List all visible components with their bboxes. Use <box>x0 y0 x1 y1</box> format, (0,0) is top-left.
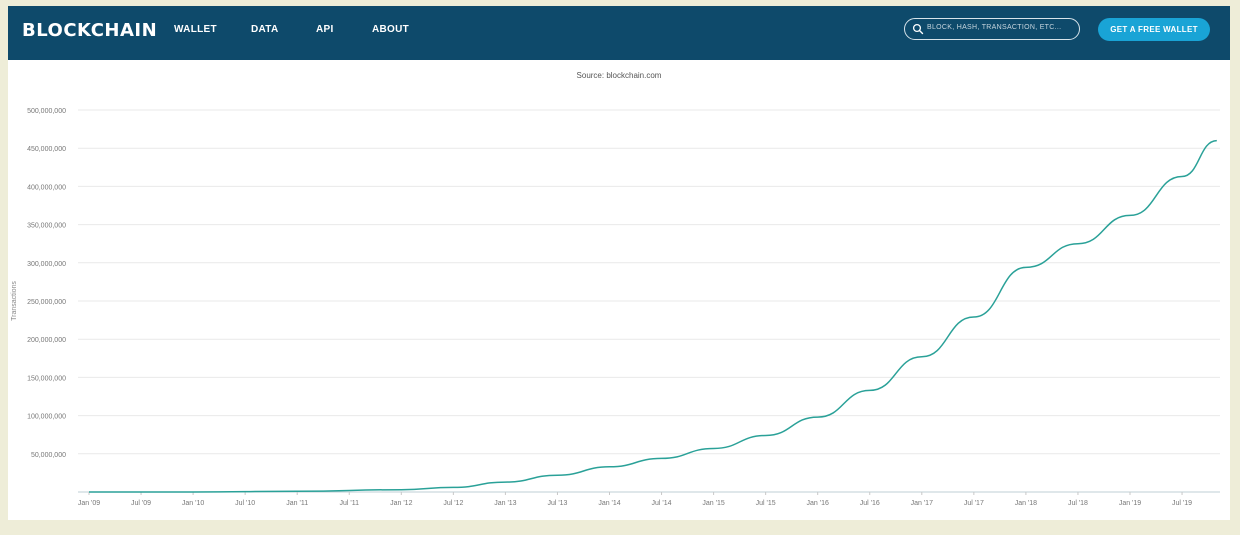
x-tick-label: Jan '14 <box>598 500 620 507</box>
x-tick-label: Jan '09 <box>78 500 100 507</box>
x-tick-label: Jan '12 <box>390 500 412 507</box>
x-tick-label: Jul '15 <box>756 500 776 507</box>
nav-link-api[interactable]: API <box>316 24 334 35</box>
get-free-wallet-button[interactable]: GET A FREE WALLET <box>1098 18 1210 41</box>
x-tick-label: Jan '17 <box>911 500 933 507</box>
transactions-chart: Source: blockchain.com 50,000,000 100,000,… <box>11 71 1220 507</box>
x-tick-label: Jan '19 <box>1119 500 1141 507</box>
search-placeholder: BLOCK, HASH, TRANSACTION, ETC... <box>927 24 1062 31</box>
nav-link-wallet[interactable]: WALLET <box>174 24 217 35</box>
x-tick-label: Jul '09 <box>131 500 151 507</box>
x-tick-label: Jul '19 <box>1172 500 1192 507</box>
top-navbar: BLOCKCHAIN WALLET DATA API ABOUT BLOCK, … <box>8 6 1230 60</box>
x-tick-label: Jul '16 <box>860 500 880 507</box>
y-tick-label: 150,000,000 <box>27 375 66 382</box>
x-tick-label: Jan '18 <box>1015 500 1037 507</box>
nav-link-about[interactable]: ABOUT <box>372 24 409 35</box>
x-tick-label: Jul '13 <box>547 500 567 507</box>
y-tick-label: 450,000,000 <box>27 146 66 153</box>
search-input[interactable]: BLOCK, HASH, TRANSACTION, ETC... <box>904 18 1080 40</box>
x-tick-label: Jan '13 <box>494 500 516 507</box>
x-tick-label: Jul '18 <box>1068 500 1088 507</box>
blockchain-logo[interactable]: BLOCKCHAIN <box>22 20 157 41</box>
y-tick-label: 200,000,000 <box>27 337 66 344</box>
series-line <box>88 139 1217 493</box>
y-tick-label: 300,000,000 <box>27 261 66 268</box>
y-tick-label: 100,000,000 <box>27 414 66 421</box>
x-tick-label: Jan '11 <box>286 500 308 507</box>
x-tick-label: Jul '10 <box>235 500 255 507</box>
x-tick-label: Jul '17 <box>964 500 984 507</box>
search-icon <box>912 23 924 35</box>
chart-source: Source: blockchain.com <box>577 71 662 80</box>
y-tick-label: 250,000,000 <box>27 299 66 306</box>
y-tick-label: 50,000,000 <box>31 452 66 459</box>
y-tick-label: 350,000,000 <box>27 223 66 230</box>
nav-link-data[interactable]: DATA <box>251 24 279 35</box>
x-tick-label: Jul '14 <box>652 500 672 507</box>
blockchain-page: BLOCKCHAIN WALLET DATA API ABOUT BLOCK, … <box>8 6 1230 520</box>
y-tick-label: 400,000,000 <box>27 184 66 191</box>
x-tick-label: Jan '10 <box>182 500 204 507</box>
x-tick-label: Jul '12 <box>443 500 463 507</box>
x-tick-label: Jan '16 <box>807 500 829 507</box>
x-tick-label: Jan '15 <box>702 500 724 507</box>
y-tick-label: 500,000,000 <box>27 108 66 115</box>
y-axis-label: Transactions <box>11 281 18 321</box>
x-tick-label: Jul '11 <box>340 500 360 507</box>
